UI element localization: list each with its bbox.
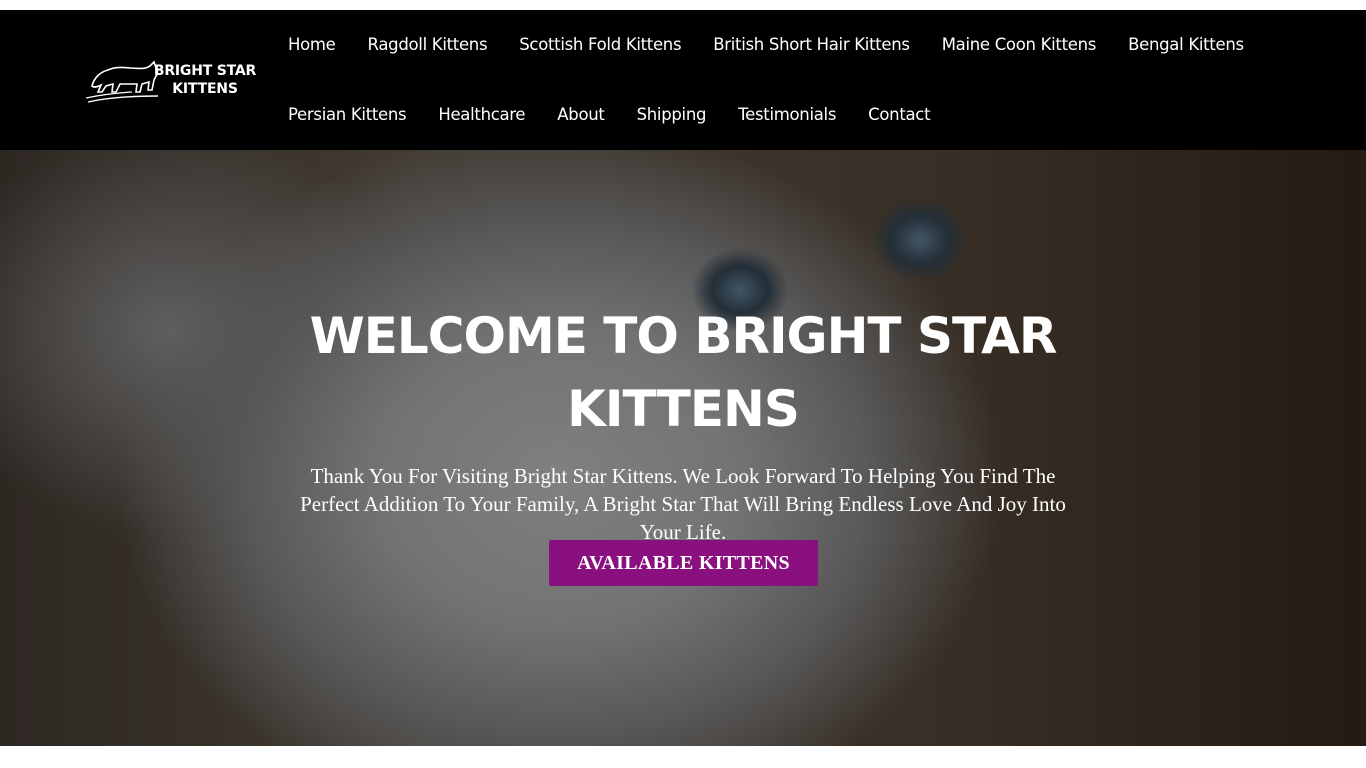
nav-persian-kittens[interactable]: Persian Kittens: [272, 80, 422, 150]
nav-british-short-hair-kittens[interactable]: British Short Hair Kittens: [697, 10, 925, 80]
hero-title: WELCOME TO BRIGHT STAR KITTENS: [309, 307, 1058, 438]
nav-home[interactable]: Home: [272, 10, 352, 80]
logo-line-2: KITTENS: [172, 81, 238, 97]
site-header: BRIGHT STAR KITTENS Home Ragdoll Kittens…: [0, 10, 1366, 150]
logo-text: BRIGHT STAR KITTENS: [150, 62, 260, 98]
nav-contact[interactable]: Contact: [852, 80, 946, 150]
nav-maine-coon-kittens[interactable]: Maine Coon Kittens: [926, 10, 1112, 80]
nav-scottish-fold-kittens[interactable]: Scottish Fold Kittens: [503, 10, 697, 80]
site-logo[interactable]: BRIGHT STAR KITTENS: [86, 56, 256, 106]
hero-overlay: [0, 150, 1366, 746]
hero-banner: WELCOME TO BRIGHT STAR KITTENS Thank You…: [0, 150, 1366, 746]
nav-shipping[interactable]: Shipping: [621, 80, 723, 150]
nav-ragdoll-kittens[interactable]: Ragdoll Kittens: [352, 10, 504, 80]
main-nav: Home Ragdoll Kittens Scottish Fold Kitte…: [272, 10, 1272, 150]
logo-line-1: BRIGHT STAR: [153, 63, 257, 79]
nav-testimonials[interactable]: Testimonials: [722, 80, 852, 150]
nav-about[interactable]: About: [541, 80, 620, 150]
available-kittens-button[interactable]: AVAILABLE KITTENS: [549, 540, 818, 586]
hero-description: Thank You For Visiting Bright Star Kitte…: [300, 464, 1066, 544]
nav-healthcare[interactable]: Healthcare: [422, 80, 541, 150]
nav-bengal-kittens[interactable]: Bengal Kittens: [1112, 10, 1260, 80]
top-strip: [0, 0, 1366, 10]
